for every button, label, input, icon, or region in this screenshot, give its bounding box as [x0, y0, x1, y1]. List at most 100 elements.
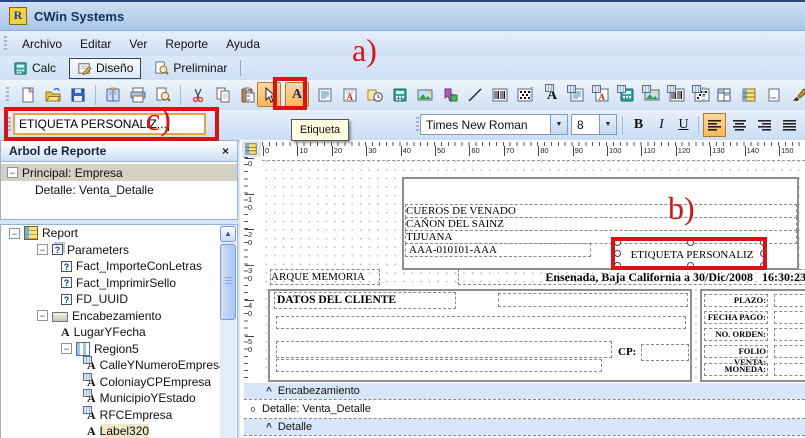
open-report-button[interactable] — [41, 82, 65, 107]
tree-item-fact_imprimirsello[interactable]: ? Fact_ImprimirSello — [1, 275, 237, 292]
band-detalle[interactable]: ^ Detalle — [244, 419, 805, 435]
field-value-box[interactable] — [774, 311, 805, 324]
field-client-4[interactable] — [276, 359, 602, 372]
close-icon[interactable]: × — [222, 144, 229, 158]
field-label-noorden[interactable]: NO. ORDEN: — [704, 328, 768, 341]
datatable-tool-button[interactable] — [737, 82, 761, 107]
dbtext-tool-button[interactable]: A — [540, 82, 564, 107]
dbmemo-tool-button[interactable] — [565, 82, 589, 107]
datetime-tool-button[interactable] — [363, 82, 387, 107]
barcode-tool-button[interactable] — [488, 82, 512, 107]
chevron-down-icon[interactable]: ▼ — [550, 115, 567, 134]
field-label-fechapago[interactable]: FECHA PAGO: — [704, 311, 768, 324]
tree-item-calleynumeroempresa[interactable]: A CalleYNumeroEmpresa — [1, 356, 237, 374]
collapse-icon[interactable]: − — [61, 343, 72, 355]
band-collapse-icon[interactable]: ^ — [266, 422, 272, 433]
font-family-select[interactable]: Times New Roman ▼ — [420, 114, 568, 135]
menu-editar[interactable]: Editar — [71, 34, 120, 54]
tree-item-parameters[interactable]: −? Parameters — [1, 242, 237, 259]
region-tool-button[interactable] — [712, 82, 736, 107]
save-report-button[interactable] — [66, 82, 90, 107]
tree-item-report[interactable]: − Report — [1, 225, 237, 242]
tab-diseno[interactable]: Diseño — [69, 57, 142, 79]
toolbar-grip[interactable] — [530, 86, 533, 103]
tree-item-encabezamiento[interactable]: − Encabezamiento — [1, 308, 237, 325]
tree-item-fd_uuid[interactable]: ? FD_UUID — [1, 291, 237, 308]
tree-item-label320[interactable]: A Label320 — [1, 423, 237, 438]
field-value-box[interactable] — [774, 294, 805, 307]
field-company-rfc[interactable]: AAA-010101-AAA — [405, 243, 591, 257]
band-collapse-icon[interactable]: ^ — [266, 386, 272, 397]
design-surface[interactable]: CUEROS DE VENADO CAÑON DEL SAINZ TIJUANA… — [262, 157, 805, 383]
field-value-box[interactable] — [774, 328, 805, 341]
line-tool-button[interactable] — [463, 82, 487, 107]
menu-ayuda[interactable]: Ayuda — [217, 34, 269, 54]
field-label-plazo[interactable]: PLAZO: — [704, 294, 768, 307]
align-justify-button[interactable] — [778, 113, 801, 137]
toolbar-grip[interactable] — [702, 86, 705, 103]
underline-button[interactable]: U — [672, 113, 695, 137]
field-value-box[interactable] — [774, 345, 805, 358]
memo-tool-button[interactable] — [313, 82, 337, 107]
shapes-tool-button[interactable] — [438, 82, 462, 107]
tab-preliminar[interactable]: Preliminar — [147, 59, 234, 78]
tree-item-rfcempresa[interactable]: A RFCEmpresa — [1, 405, 237, 424]
menu-ver[interactable]: Ver — [120, 34, 156, 54]
tab-calc[interactable]: Calc — [6, 59, 63, 78]
field-cp[interactable] — [641, 344, 689, 361]
richtext-tool-button[interactable]: A — [338, 82, 362, 107]
toolbar-grip[interactable] — [247, 86, 250, 103]
scrollbar-thumb[interactable] — [220, 244, 236, 320]
align-right-button[interactable] — [753, 113, 776, 137]
field-value-box[interactable] — [774, 363, 805, 376]
font-size-select[interactable]: 8 ▼ — [571, 114, 617, 135]
collapse-icon[interactable]: − — [37, 244, 48, 256]
band-detalle-venta[interactable]: 0 Detalle: Venta_Detalle — [244, 399, 805, 419]
field-label-moneda[interactable]: MONEDA: — [704, 363, 768, 376]
data-dictionary-button[interactable] — [101, 82, 125, 107]
field-client-2[interactable] — [276, 316, 686, 329]
align-center-button[interactable] — [728, 113, 751, 137]
field-place-date[interactable]: Ensenada, Baja California a 30/Dic/2008 … — [458, 269, 805, 285]
dbrichtext-tool-button[interactable]: A — [590, 82, 614, 107]
calctext-tool-button[interactable] — [388, 82, 412, 107]
bold-button[interactable]: B — [627, 113, 650, 137]
dbcalc-tool-button[interactable] — [615, 82, 639, 107]
new-report-button[interactable] — [16, 82, 40, 107]
tree-item-coloniaycpempresa[interactable]: A ColoniayCPEmpresa — [1, 372, 237, 391]
menu-reporte[interactable]: Reporte — [156, 34, 217, 54]
toolbar-grip[interactable] — [4, 35, 7, 52]
align-left-button[interactable] — [703, 113, 726, 137]
format-brush-button[interactable] — [787, 82, 805, 107]
field-memoria[interactable]: ARQUE MEMORIA — [270, 269, 380, 285]
chevron-down-icon[interactable]: ▼ — [599, 115, 616, 134]
tree-item-region5[interactable]: − Region5 — [1, 341, 237, 358]
tree-item-lugaryfecha[interactable]: A LugarYFecha — [1, 324, 237, 341]
cut-button[interactable] — [186, 82, 210, 107]
tree-item-fact_importeconletras[interactable]: ? Fact_ImporteConLetras — [1, 258, 237, 275]
tree-item-principal-empresa[interactable]: − Principal: Empresa — [1, 164, 237, 181]
field-label-folioventa[interactable]: FOLIO VENTA: — [704, 345, 768, 367]
italic-button[interactable]: I — [650, 113, 673, 137]
dbbarcode-tool-button[interactable] — [665, 82, 689, 107]
tree-item-venta-detalle[interactable]: Detalle: Venta_Detalle — [1, 181, 237, 198]
field-company-line1[interactable]: CUEROS DE VENADO — [405, 204, 797, 218]
dbimage-tool-button[interactable] — [640, 82, 664, 107]
band-encabezamiento[interactable]: ^ Encabezamiento — [244, 383, 805, 399]
collapse-icon[interactable]: − — [7, 167, 18, 178]
scroll-up-icon[interactable]: ▲ — [220, 226, 236, 242]
scrollbar[interactable]: ▲ — [220, 225, 236, 438]
field-company-line2[interactable]: CAÑON DEL SAINZ — [405, 217, 797, 231]
menu-archivo[interactable]: Archivo — [13, 34, 71, 54]
image-tool-button[interactable] — [413, 82, 437, 107]
copy-button[interactable] — [211, 82, 235, 107]
collapse-icon[interactable]: − — [37, 310, 48, 322]
toolbar-grip[interactable] — [6, 86, 9, 103]
field-client-1[interactable] — [498, 293, 688, 307]
toolbar-grip[interactable] — [416, 117, 419, 133]
field-client-3[interactable] — [276, 341, 612, 358]
collapse-icon[interactable]: − — [9, 227, 20, 239]
field-client-title[interactable]: DATOS DEL CLIENTE — [274, 292, 456, 309]
tree-item-municipioyestado[interactable]: A MunicipioYEstado — [1, 389, 237, 407]
cp-label[interactable]: CP: — [618, 346, 636, 358]
